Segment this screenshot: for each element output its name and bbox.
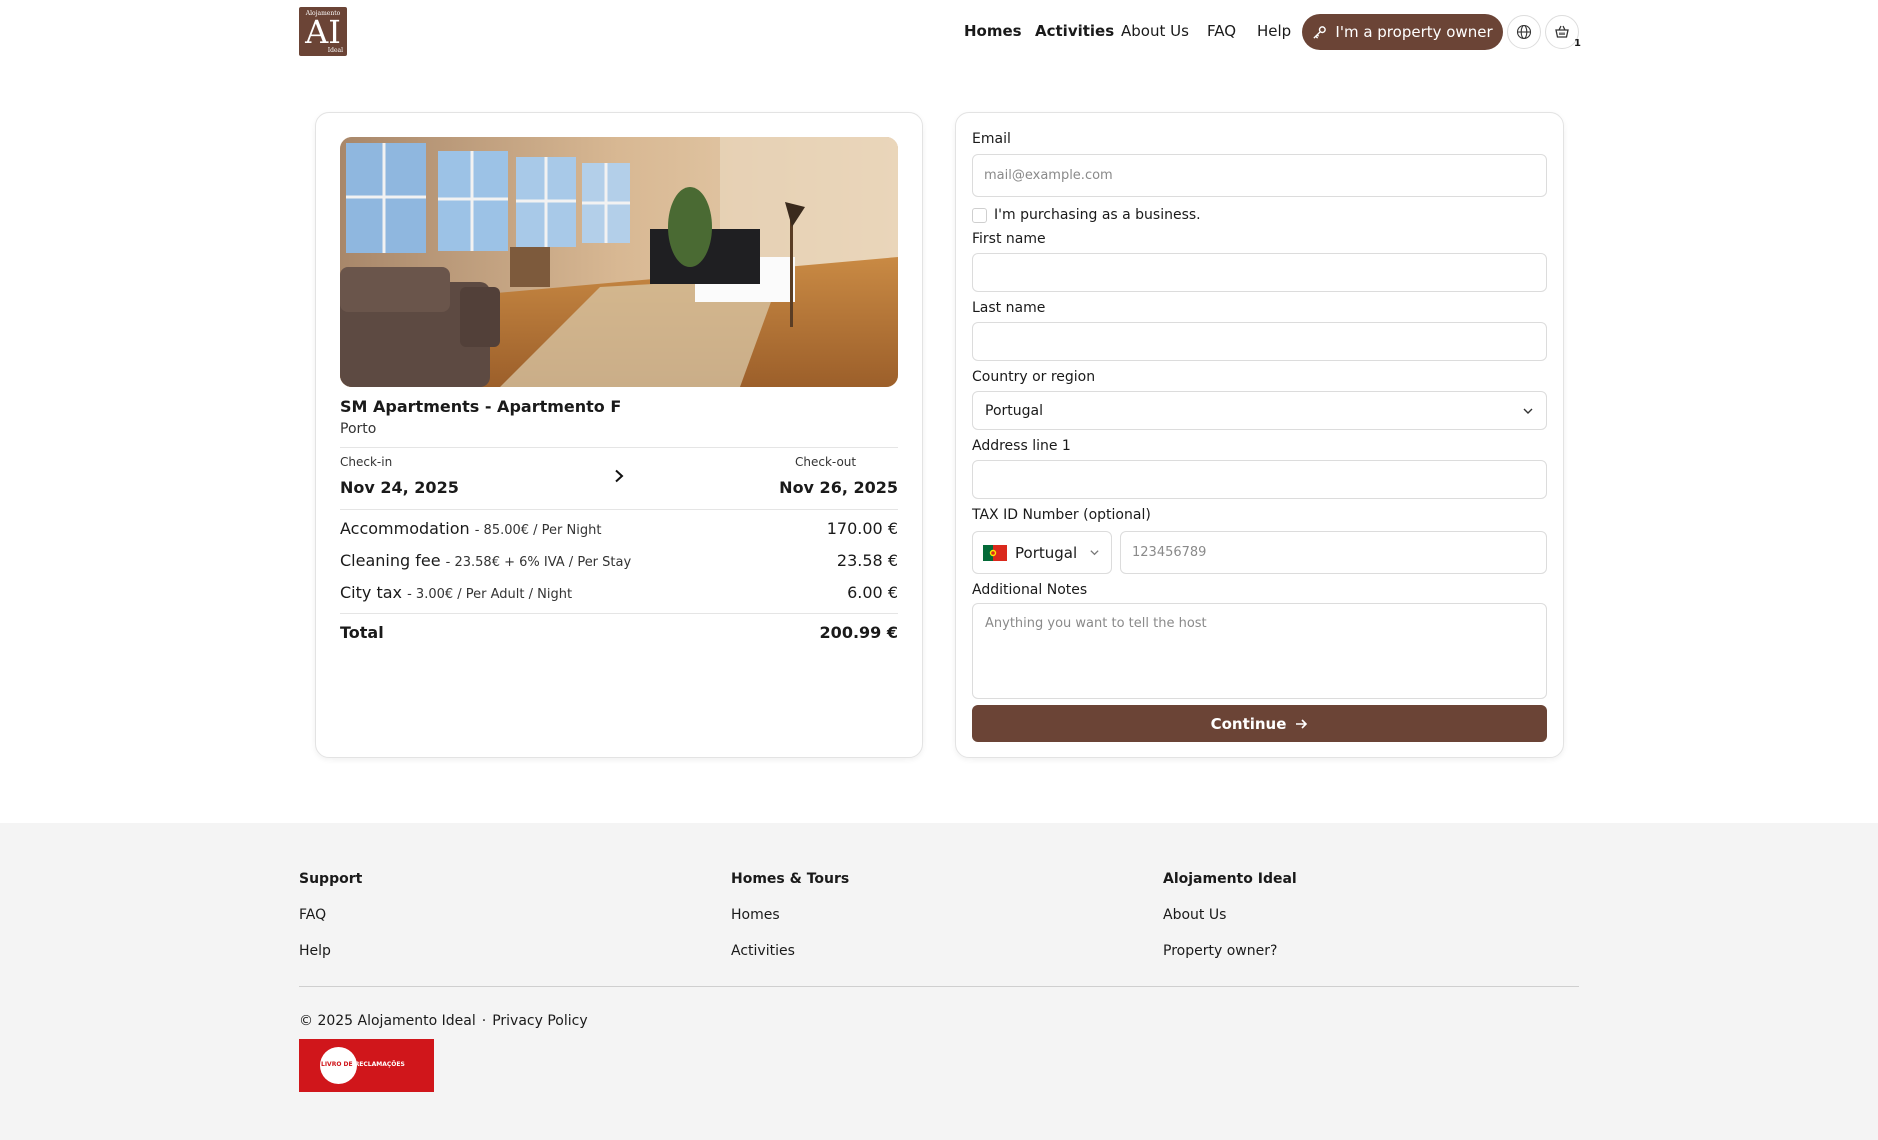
site-logo[interactable]: Alojamento AI Ideal xyxy=(299,7,347,56)
globe-icon xyxy=(1516,24,1532,40)
address-line-1-input[interactable] xyxy=(972,460,1547,499)
footer-link-faq[interactable]: FAQ xyxy=(299,907,326,923)
divider xyxy=(340,509,898,510)
nav-about-us[interactable]: About Us xyxy=(1121,22,1189,40)
last-name-label: Last name xyxy=(972,300,1046,316)
complaints-book-badge[interactable]: LIVRO DE RECLAMAÇÕES xyxy=(299,1039,434,1092)
checkin-date: Nov 24, 2025 xyxy=(340,478,459,497)
copyright: © 2025 Alojamento Ideal · Privacy Policy xyxy=(299,1013,588,1029)
language-button[interactable] xyxy=(1507,15,1541,49)
site-header: Alojamento AI Ideal Homes Activities Abo… xyxy=(0,0,1878,70)
tax-id-label: TAX ID Number (optional) xyxy=(972,507,1151,523)
chevron-down-icon xyxy=(1523,408,1533,414)
property-owner-button[interactable]: I'm a property owner xyxy=(1302,14,1503,50)
business-checkbox-row[interactable]: I'm purchasing as a business. xyxy=(972,206,1201,224)
guest-details-form: Email I'm purchasing as a business. Firs… xyxy=(955,112,1564,758)
footer-divider xyxy=(299,986,1579,987)
footer-link-homes[interactable]: Homes xyxy=(731,907,780,923)
nav-help[interactable]: Help xyxy=(1257,22,1291,40)
last-name-input[interactable] xyxy=(972,322,1547,361)
notes-label: Additional Notes xyxy=(972,582,1088,598)
email-label: Email xyxy=(972,131,1011,147)
first-name-label: First name xyxy=(972,231,1046,247)
country-select[interactable]: Portugal xyxy=(972,391,1547,430)
cart-count-badge: 1 xyxy=(1574,38,1581,49)
property-photo xyxy=(340,137,898,387)
email-input[interactable] xyxy=(972,154,1547,197)
first-name-input[interactable] xyxy=(972,253,1547,292)
footer-title-support: Support xyxy=(299,871,363,887)
booking-summary-card: SM Apartments - Apartmento F Porto Check… xyxy=(315,112,923,758)
price-line-accommodation: Accommodation - 85.00€ / Per Night 170.0… xyxy=(340,519,898,538)
total-row: Total 200.99 € xyxy=(340,623,898,642)
divider xyxy=(340,447,898,448)
nav-faq[interactable]: FAQ xyxy=(1207,22,1236,40)
footer-link-help[interactable]: Help xyxy=(299,943,331,959)
property-title: SM Apartments - Apartmento F xyxy=(340,397,622,416)
portugal-flag-icon xyxy=(983,544,1007,561)
tax-id-input[interactable] xyxy=(1120,531,1547,574)
arrow-right-icon xyxy=(1296,718,1308,729)
footer-link-activities[interactable]: Activities xyxy=(731,943,795,959)
country-label: Country or region xyxy=(972,369,1096,385)
chevron-right-icon xyxy=(615,469,624,483)
key-icon xyxy=(1313,25,1327,39)
nav-activities[interactable]: Activities xyxy=(1035,22,1114,40)
property-city: Porto xyxy=(340,421,377,437)
business-checkbox[interactable] xyxy=(972,207,987,223)
footer-title-homes-tours: Homes & Tours xyxy=(731,871,850,887)
price-line-cleaning-fee: Cleaning fee - 23.58€ + 6% IVA / Per Sta… xyxy=(340,551,898,570)
footer-link-property-owner[interactable]: Property owner? xyxy=(1163,943,1277,959)
footer-title-alojamento-ideal: Alojamento Ideal xyxy=(1163,871,1297,887)
continue-button[interactable]: Continue xyxy=(972,705,1547,742)
site-footer: Support FAQ Help Homes & Tours Homes Act… xyxy=(0,823,1878,1140)
privacy-policy-link[interactable]: Privacy Policy xyxy=(492,1013,587,1029)
price-line-city-tax: City tax - 3.00€ / Per Adult / Night 6.0… xyxy=(340,583,898,602)
checkout-date: Nov 26, 2025 xyxy=(779,478,898,497)
nav-homes[interactable]: Homes xyxy=(964,22,1022,40)
basket-icon xyxy=(1555,25,1569,38)
chevron-down-icon xyxy=(1090,550,1099,556)
tax-country-select[interactable]: Portugal xyxy=(972,531,1112,574)
checkin-label: Check-in xyxy=(340,455,393,469)
additional-notes-textarea[interactable] xyxy=(972,603,1547,699)
checkout-label: Check-out xyxy=(795,455,857,469)
footer-link-about-us[interactable]: About Us xyxy=(1163,907,1226,923)
address-label: Address line 1 xyxy=(972,438,1071,454)
divider xyxy=(340,613,898,614)
